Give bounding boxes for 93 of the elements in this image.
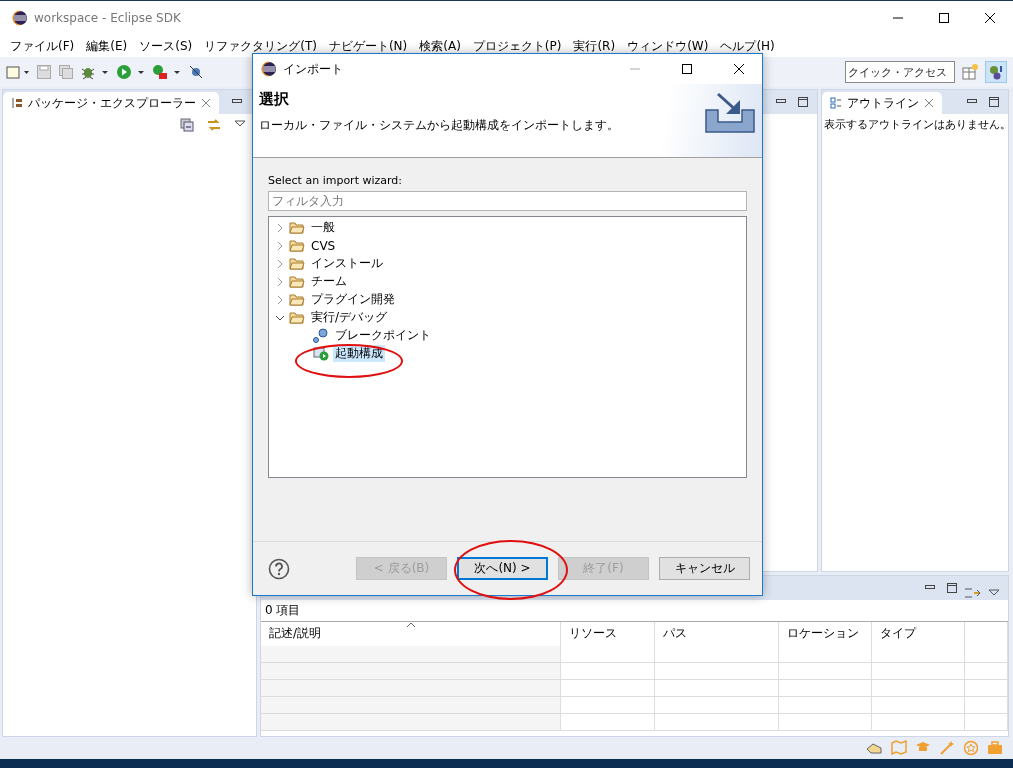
column-label: 記述/説明 (269, 625, 322, 642)
column-header[interactable]: ロケーション (779, 622, 872, 646)
expand-chevron-icon[interactable] (275, 294, 285, 305)
expand-chevron-icon[interactable] (275, 222, 285, 233)
empty-message: 表示するアウトラインはありません。 (823, 117, 1008, 133)
tab-label: アウトライン (847, 94, 919, 112)
star-circle-icon[interactable] (963, 740, 979, 756)
filter-icon[interactable] (964, 586, 982, 600)
maximize-icon (681, 63, 693, 75)
breakpoint-icon (313, 327, 329, 344)
menu-item[interactable]: 編集(E) (80, 37, 134, 55)
maximize-icon[interactable] (946, 582, 958, 594)
tree-item[interactable]: CVS (309, 238, 338, 253)
quick-access-field[interactable]: クイック・アクセス (845, 61, 955, 83)
wizard-button[interactable]: 次へ(N) > (457, 557, 548, 580)
menu-item[interactable]: リファクタリング(T) (198, 37, 323, 55)
skip-breakpoints-icon[interactable] (188, 64, 204, 80)
menu-item[interactable]: ヘルプ(H) (714, 37, 781, 55)
open-perspective-icon[interactable] (961, 63, 979, 81)
view-tab[interactable]: パッケージ・エクスプローラー (3, 92, 219, 114)
folder-icon (289, 255, 305, 272)
import-tray-icon (704, 90, 756, 134)
maximize-icon (938, 12, 950, 24)
close-icon (984, 12, 996, 24)
maximize-icon[interactable] (797, 96, 809, 108)
folder-icon (289, 291, 305, 308)
tree-item[interactable]: チーム (309, 273, 349, 291)
help-icon[interactable] (268, 557, 290, 580)
sort-caret-icon (406, 622, 416, 628)
column-label: リソース (569, 625, 617, 642)
collapse-all-icon[interactable] (180, 118, 194, 132)
column-header[interactable]: リソース (561, 622, 655, 646)
menu-item[interactable]: 検索(A) (413, 37, 467, 55)
tree-item[interactable]: プラグイン開発 (309, 291, 397, 309)
new-file-icon[interactable] (6, 64, 30, 80)
dialog-title: インポート (283, 60, 344, 78)
column-header[interactable]: タイプ (872, 622, 965, 646)
tab-label: パッケージ・エクスプローラー (28, 94, 196, 112)
page-description: ローカル・ファイル・システムから起動構成をインポートします。 (259, 117, 620, 134)
tree-item[interactable]: 実行/デバッグ (309, 309, 390, 327)
link-arrows-icon[interactable] (206, 118, 222, 132)
magic-wand-icon[interactable] (939, 740, 955, 756)
page-heading: 選択 (259, 90, 290, 109)
tree-item[interactable]: ブレークポイント (333, 327, 433, 345)
map-icon[interactable] (891, 740, 907, 756)
table-cell (965, 697, 1008, 714)
column-label: タイプ (880, 625, 916, 642)
perspective-button[interactable] (985, 61, 1007, 83)
table-cell (965, 663, 1008, 680)
expand-chevron-icon[interactable] (275, 240, 285, 251)
filter-field[interactable]: フィルタ入力 (268, 191, 747, 211)
table-cell (965, 646, 1008, 663)
save-all-icon[interactable] (58, 64, 74, 80)
maximize-icon[interactable] (988, 96, 1000, 108)
java-perspective-icon (988, 64, 1004, 80)
table-cell (965, 714, 1008, 731)
save-icon[interactable] (36, 64, 52, 80)
tree-item[interactable]: 起動構成 (333, 345, 385, 363)
column-label: ロケーション (787, 625, 859, 642)
briefcase-icon[interactable] (987, 740, 1003, 756)
folder-icon (289, 273, 305, 290)
folder-icon (289, 237, 305, 254)
menu-item[interactable]: ウィンドウ(W) (621, 37, 715, 55)
menu-item[interactable]: 実行(R) (567, 37, 622, 55)
run-icon[interactable] (116, 64, 146, 80)
eclipse-logo-icon (261, 61, 277, 77)
eclipse-logo-icon (12, 10, 28, 26)
wizard-button[interactable]: キャンセル (659, 557, 750, 580)
table-cell (965, 680, 1008, 697)
column-header[interactable]: パス (655, 622, 779, 646)
window-title: workspace - Eclipse SDK (34, 11, 182, 25)
tip-icon[interactable] (865, 741, 883, 755)
expand-chevron-icon[interactable] (275, 258, 285, 269)
folder-icon (289, 219, 305, 236)
menu-item[interactable]: プロジェクト(P) (466, 37, 568, 55)
run-tool-icon[interactable] (152, 64, 182, 80)
package-icon (11, 97, 23, 109)
tree-item[interactable]: 一般 (309, 219, 337, 237)
prompt-label: Select an import wizard: (268, 174, 404, 187)
view-tab[interactable]: アウトライン (822, 92, 942, 114)
menu-item[interactable]: ソース(S) (133, 37, 199, 55)
close-icon (733, 63, 745, 75)
tree-item[interactable]: インストール (309, 255, 385, 273)
menu-item[interactable]: ナビゲート(N) (322, 37, 414, 55)
launch-config-icon (313, 345, 329, 362)
column-label: パス (663, 625, 687, 642)
close-icon[interactable] (201, 98, 211, 108)
item-count: 0 項目 (261, 600, 1008, 622)
close-icon[interactable] (924, 98, 934, 108)
expand-chevron-icon[interactable] (275, 276, 285, 287)
menu-item[interactable]: ファイル(F) (4, 37, 81, 55)
folder-icon (289, 309, 305, 326)
outline-icon (830, 97, 842, 109)
